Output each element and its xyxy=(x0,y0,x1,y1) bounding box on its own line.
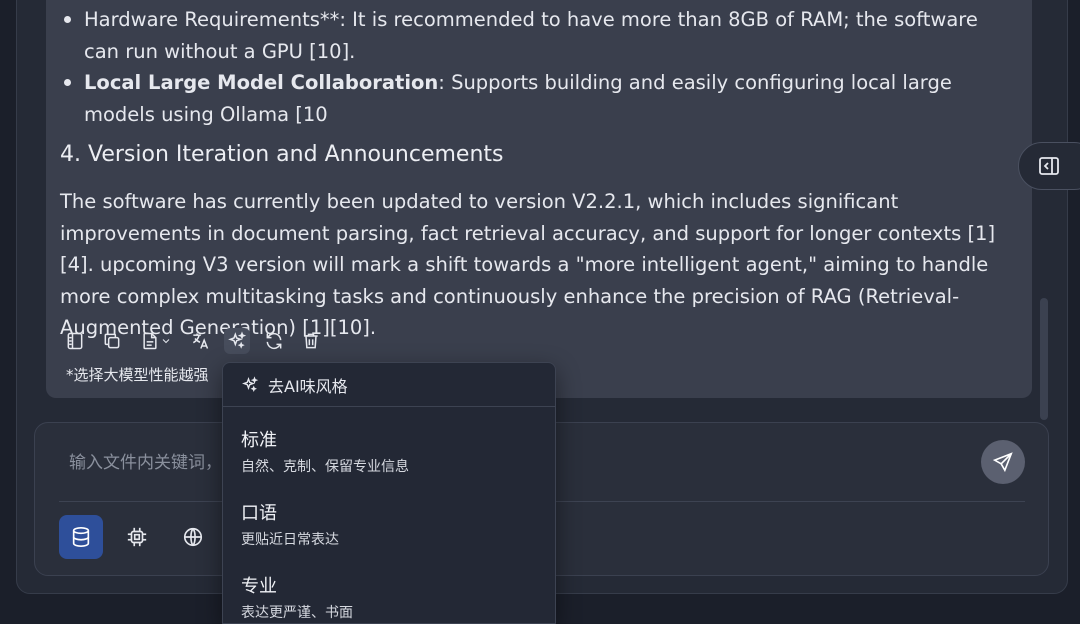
bold-term: Local Large Model Collaboration xyxy=(84,71,439,94)
globe-icon xyxy=(183,527,203,547)
export-menu-button[interactable] xyxy=(136,328,176,354)
sidebar-collapse-icon xyxy=(1039,157,1059,175)
scrollbar[interactable] xyxy=(1040,298,1048,420)
refresh-icon[interactable] xyxy=(261,328,287,354)
message-paragraph: The software has currently been updated … xyxy=(60,190,996,339)
dropdown-header: 去AI味风格 xyxy=(223,363,555,407)
book-icon[interactable] xyxy=(62,328,88,354)
document-icon xyxy=(143,332,157,350)
cpu-icon xyxy=(127,527,147,547)
web-search-button[interactable] xyxy=(171,515,215,559)
model-footnote: *选择大模型性能越强 xyxy=(66,366,209,384)
knowledge-base-button[interactable] xyxy=(59,515,103,559)
menu-item-professional[interactable]: 专业 表达更严谨、书面 xyxy=(241,575,353,622)
dropdown-title: 去AI味风格 xyxy=(268,376,348,396)
menu-item-standard[interactable]: 标准 自然、克制、保留专业信息 xyxy=(241,429,409,476)
message-content: Hardware Requirements**: It is recommend… xyxy=(60,0,1010,339)
translate-icon[interactable] xyxy=(187,328,213,354)
list-item: Local Large Model Collaboration: Support… xyxy=(64,67,1010,130)
style-dropdown: 去AI味风格 标准 自然、克制、保留专业信息 口语 更贴近日常表达 专业 表达更… xyxy=(222,362,556,624)
bullet-list: Hardware Requirements**: It is recommend… xyxy=(64,4,1010,130)
sparkle-icon[interactable] xyxy=(224,328,250,354)
composer-tools xyxy=(59,515,227,559)
assistant-message: Hardware Requirements**: It is recommend… xyxy=(46,0,1032,398)
sidebar-toggle-button[interactable] xyxy=(1018,142,1080,190)
chevron-down-icon xyxy=(162,339,170,344)
database-icon xyxy=(72,527,90,547)
menu-item-colloquial[interactable]: 口语 更贴近日常表达 xyxy=(241,502,339,549)
sparkle-icon xyxy=(242,375,259,392)
copy-icon[interactable] xyxy=(99,328,125,354)
section-heading: 4. Version Iteration and Announcements xyxy=(60,142,504,167)
send-button[interactable] xyxy=(981,440,1025,484)
send-icon xyxy=(992,452,1013,473)
trash-icon[interactable] xyxy=(298,328,324,354)
list-item: Hardware Requirements**: It is recommend… xyxy=(64,4,1010,67)
model-button[interactable] xyxy=(115,515,159,559)
message-toolbar xyxy=(62,328,335,354)
